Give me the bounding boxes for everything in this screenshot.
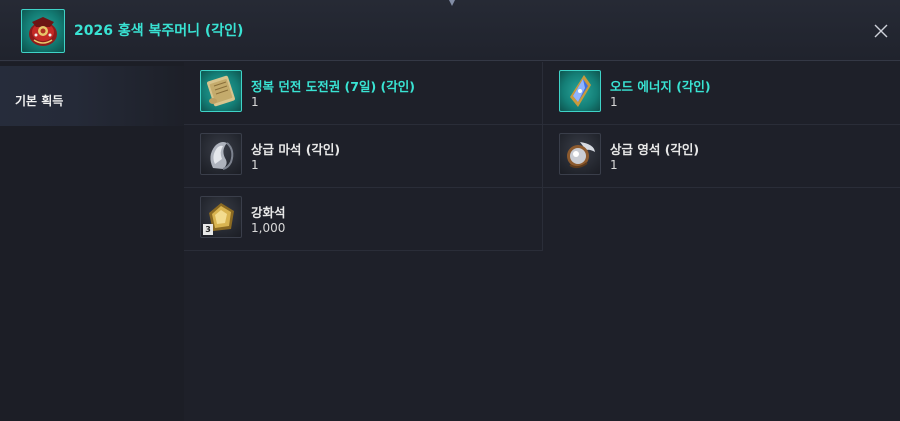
winged-orb-icon <box>559 133 601 175</box>
reward-item-name: 강화석 <box>251 205 286 220</box>
reward-item-name: 상급 마석 (각인) <box>251 142 341 157</box>
reward-item[interactable]: 상급 영석 (각인) 1 <box>543 125 900 188</box>
reward-item-quantity: 1,000 <box>251 221 286 235</box>
close-button[interactable] <box>870 20 892 42</box>
silver-stone-icon <box>200 133 242 175</box>
sidebar-item-label: 기본 획득 <box>15 94 64 108</box>
reward-item[interactable]: 3 강화석 1,000 <box>184 188 543 251</box>
blue-crystal-icon <box>559 70 601 112</box>
reward-item[interactable]: 오드 에너지 (각인) 1 <box>543 62 900 125</box>
item-tier-badge: 3 <box>203 224 213 235</box>
reward-item-name: 정복 던전 도전권 (7일) (각인) <box>251 79 415 94</box>
scroll-icon <box>200 70 242 112</box>
reward-item-name: 오드 에너지 (각인) <box>610 79 711 94</box>
reward-item-quantity: 1 <box>610 158 618 172</box>
reward-list: 정복 던전 도전권 (7일) (각인) 1 오드 에너지 (각인) 1 상급 마… <box>184 62 900 421</box>
reward-item[interactable]: 상급 마석 (각인) 1 <box>184 125 543 188</box>
reward-item-quantity: 1 <box>251 158 259 172</box>
reward-item-name: 상급 영석 (각인) <box>610 142 700 157</box>
gold-stone-icon: 3 <box>200 196 242 238</box>
reward-item-quantity: 1 <box>610 95 618 109</box>
reward-item-quantity: 1 <box>251 95 259 109</box>
dialog-header: 2026 홍색 복주머니 (각인) <box>0 0 900 61</box>
reward-item[interactable]: 정복 던전 도전권 (7일) (각인) 1 <box>184 62 543 125</box>
sidebar-item-basic-acquisition[interactable]: 기본 획득 <box>0 66 184 126</box>
top-ornament-icon <box>449 0 455 6</box>
red-pouch-icon <box>21 9 65 53</box>
dialog-title: 2026 홍색 복주머니 (각인) <box>74 23 244 39</box>
sidebar: 기본 획득 <box>0 62 184 421</box>
close-icon <box>874 24 888 38</box>
